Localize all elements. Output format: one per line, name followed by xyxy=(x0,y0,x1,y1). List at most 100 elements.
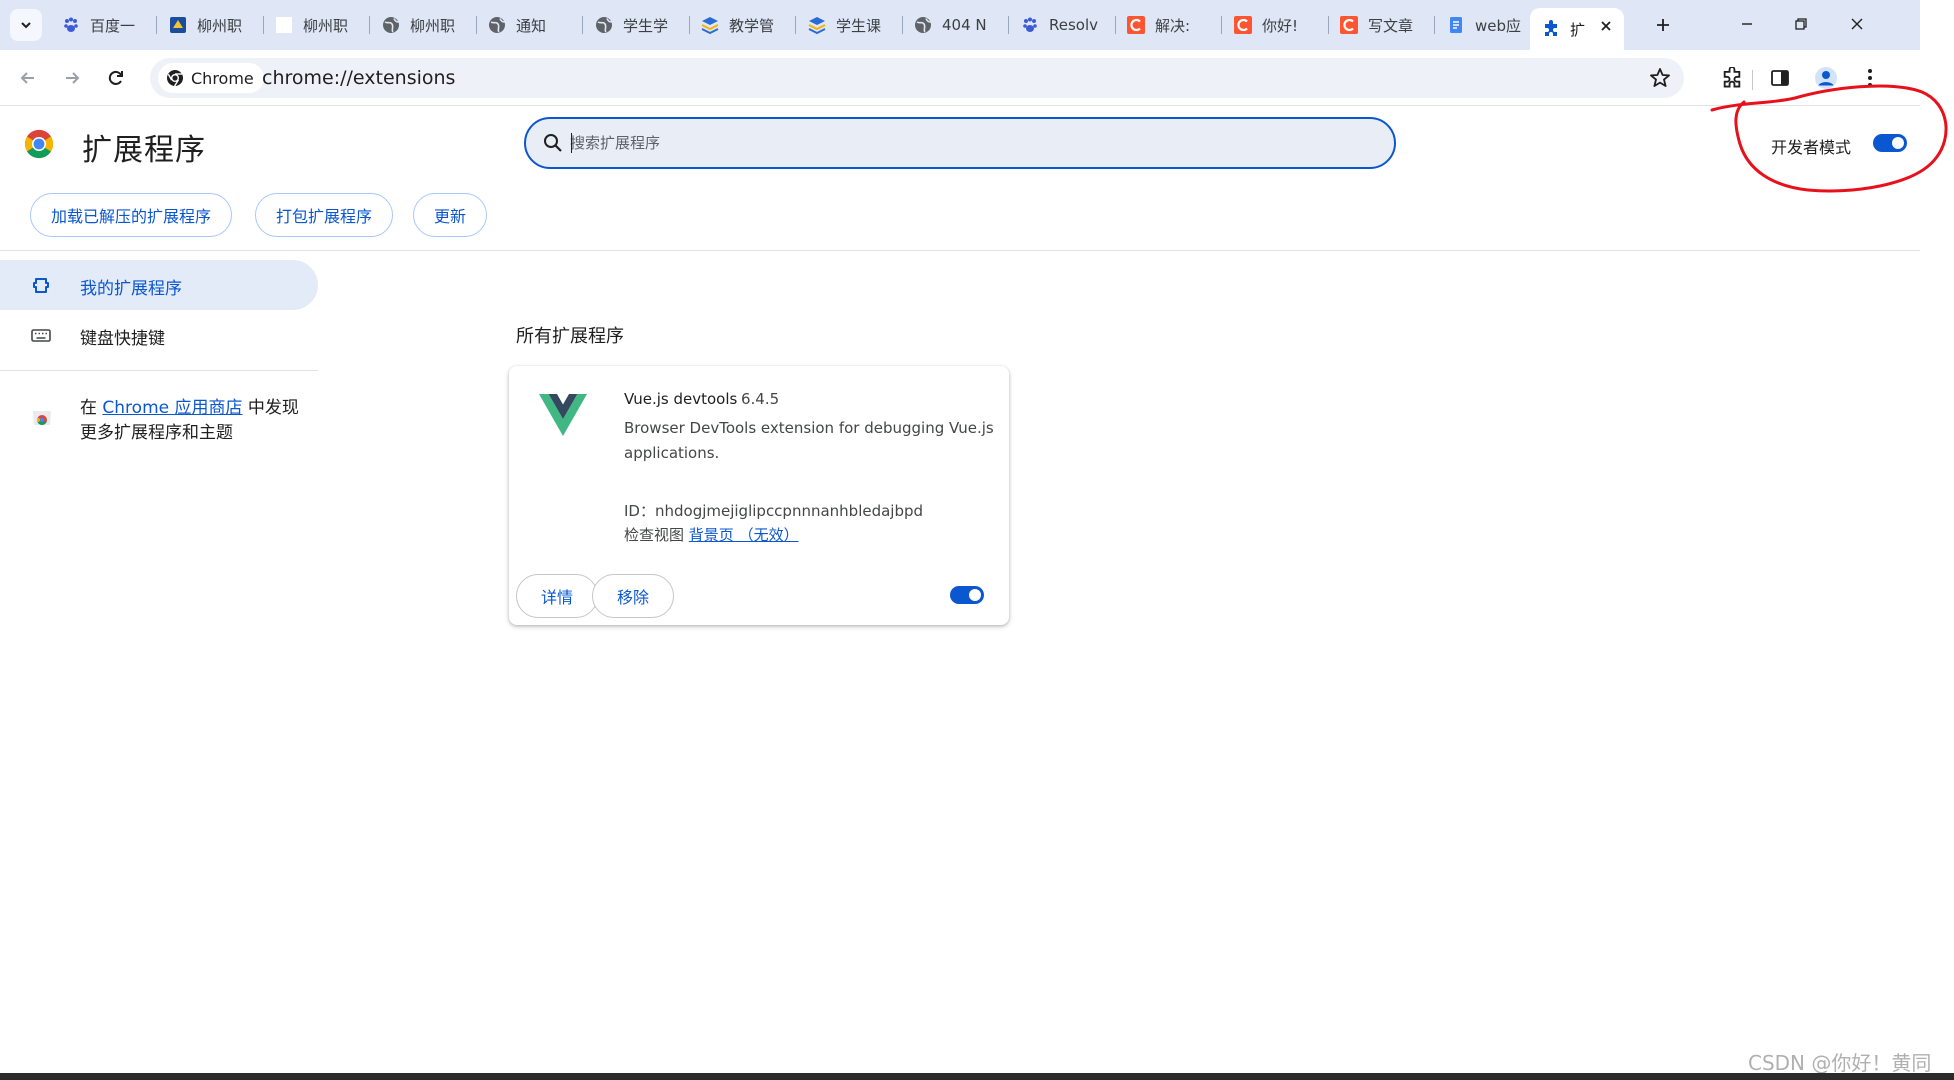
background-page-link[interactable]: 背景页 （无效） xyxy=(689,526,799,544)
minimize-button[interactable] xyxy=(1724,8,1770,40)
header-divider xyxy=(0,250,1920,251)
tab[interactable]: 学生学 xyxy=(583,8,689,42)
tab-title: 404 N xyxy=(942,16,987,34)
tab-title: 学生课 xyxy=(836,16,882,35)
extension-id-label: ID： xyxy=(624,502,655,520)
browser-toolbar: Chrome chrome://extensions xyxy=(0,50,1920,106)
forward-button[interactable] xyxy=(56,62,88,94)
globe-icon xyxy=(488,16,506,34)
tab-title: 柳州职 xyxy=(410,16,456,35)
tab[interactable]: 百度一 xyxy=(50,8,156,42)
inspect-views-label: 检查视图 xyxy=(624,526,685,544)
chrome-logo-icon xyxy=(24,129,54,159)
new-tab-button[interactable] xyxy=(1648,10,1678,40)
details-button[interactable]: 详情 xyxy=(516,574,599,618)
bottom-border xyxy=(0,1073,1954,1080)
address-bar[interactable]: Chrome chrome://extensions xyxy=(150,58,1684,98)
web-store-link[interactable]: Chrome 应用商店 xyxy=(102,398,242,418)
plus-icon xyxy=(1657,19,1669,31)
school-logo-icon xyxy=(169,16,187,34)
tab-title: 教学管 xyxy=(729,16,775,35)
globe-icon xyxy=(595,16,613,34)
extension-search[interactable] xyxy=(524,117,1396,169)
baidu-paw-icon xyxy=(62,16,80,34)
tab-title: 通知 xyxy=(516,16,547,35)
restore-button[interactable] xyxy=(1778,8,1824,40)
sidebar-item-keyboard-shortcuts[interactable]: 键盘快捷键 xyxy=(0,310,318,360)
site-info-chip[interactable]: Chrome xyxy=(158,63,264,93)
browser-window: 百度一 柳州职 柳州职 柳州职 通知 学生学 教学管 学生课 404 N Resolv 解决: 你好!… xyxy=(0,0,1920,1080)
blank-page-icon xyxy=(275,16,293,34)
sidebar-item-label: 我的扩展程序 xyxy=(80,279,182,299)
pack-extension-button[interactable]: 打包扩展程序 xyxy=(255,193,394,237)
sidebar-item-label: 键盘快捷键 xyxy=(80,329,165,349)
app-logo-icon xyxy=(808,16,826,34)
tab[interactable]: Resolv xyxy=(1009,8,1115,42)
chip-label: Chrome xyxy=(191,68,254,88)
text-caret xyxy=(571,133,572,153)
load-unpacked-button[interactable]: 加载已解压的扩展程序 xyxy=(30,193,233,237)
tab-title: 柳州职 xyxy=(303,16,349,35)
sidebar-item-my-extensions[interactable]: 我的扩展程序 xyxy=(0,260,318,310)
globe-icon xyxy=(914,16,932,34)
reload-button[interactable] xyxy=(100,62,132,94)
tab-title: 解决: xyxy=(1155,16,1191,35)
csdn-c-icon xyxy=(1340,16,1358,34)
chevron-down-icon xyxy=(21,22,31,29)
tab[interactable]: 教学管 xyxy=(689,8,795,42)
tab[interactable]: 写文章 xyxy=(1328,8,1434,42)
back-button[interactable] xyxy=(12,62,44,94)
close-window-button[interactable] xyxy=(1834,8,1880,40)
globe-icon xyxy=(382,16,400,34)
docs-icon xyxy=(1447,16,1465,34)
tab[interactable]: web应 xyxy=(1435,8,1541,42)
tab-title: 百度一 xyxy=(90,16,136,35)
update-button[interactable]: 更新 xyxy=(413,193,488,237)
web-store-text: 在 Chrome 应用商店 中发现更多扩展程序和主题 xyxy=(80,396,310,446)
tab-title: 你好! xyxy=(1262,16,1299,35)
tab-title: 扩 xyxy=(1570,20,1586,39)
watermark-text: CSDN @你好！黄同 xyxy=(1748,1051,1932,1075)
vue-logo-icon xyxy=(539,394,587,436)
inspect-views: 检查视图 背景页 （无效） xyxy=(624,524,799,545)
web-store-icon xyxy=(33,411,51,425)
bookmark-star-icon[interactable] xyxy=(1648,66,1672,90)
remove-button[interactable]: 移除 xyxy=(592,574,675,618)
tab-title: web应 xyxy=(1475,16,1522,35)
toggle-knob xyxy=(969,589,981,601)
tab-search-button[interactable] xyxy=(10,9,42,41)
arrow-left-icon xyxy=(20,72,34,84)
page-title: 扩展程序 xyxy=(82,133,206,168)
tab[interactable]: 你好! xyxy=(1222,8,1328,42)
extension-description: Browser DevTools extension for debugging… xyxy=(624,419,994,462)
chrome-icon xyxy=(167,70,183,87)
extensions-icon xyxy=(33,278,49,293)
search-input[interactable] xyxy=(570,129,1370,157)
keyboard-icon xyxy=(31,329,51,342)
tab[interactable]: 柳州职 xyxy=(370,8,476,42)
store-prefix: 在 xyxy=(80,398,103,418)
tab[interactable]: 柳州职 xyxy=(263,8,369,42)
web-store-promo: 在 Chrome 应用商店 中发现更多扩展程序和主题 xyxy=(0,392,320,452)
tab[interactable]: 解决: xyxy=(1115,8,1221,42)
extension-card: Vue.js devtools 6.4.5 Browser DevTools e… xyxy=(509,366,1009,625)
url-text[interactable]: chrome://extensions xyxy=(262,67,455,89)
tab[interactable]: 学生课 xyxy=(796,8,902,42)
extension-enable-toggle[interactable] xyxy=(950,586,984,604)
extension-id: ID：nhdogjmejiglipccpnnnanhbledajbpd xyxy=(624,500,923,521)
tab[interactable]: 404 N xyxy=(902,8,1008,42)
tab[interactable]: 通知 xyxy=(476,8,582,42)
tab-title: 学生学 xyxy=(623,16,669,35)
baidu-paw-icon xyxy=(1021,16,1039,34)
tab-title: 柳州职 xyxy=(197,16,243,35)
tab-title: 写文章 xyxy=(1368,16,1414,35)
extension-version: 6.4.5 xyxy=(741,390,780,408)
arrow-right-icon xyxy=(66,72,80,84)
search-icon xyxy=(544,134,562,152)
close-tab-icon[interactable] xyxy=(1598,18,1614,34)
extension-name: Vue.js devtools xyxy=(624,390,738,408)
tab-extensions-active[interactable]: 扩 xyxy=(1530,8,1624,50)
tab[interactable]: 柳州职 xyxy=(157,8,263,42)
reload-icon xyxy=(108,70,123,85)
csdn-c-icon xyxy=(1234,16,1252,34)
